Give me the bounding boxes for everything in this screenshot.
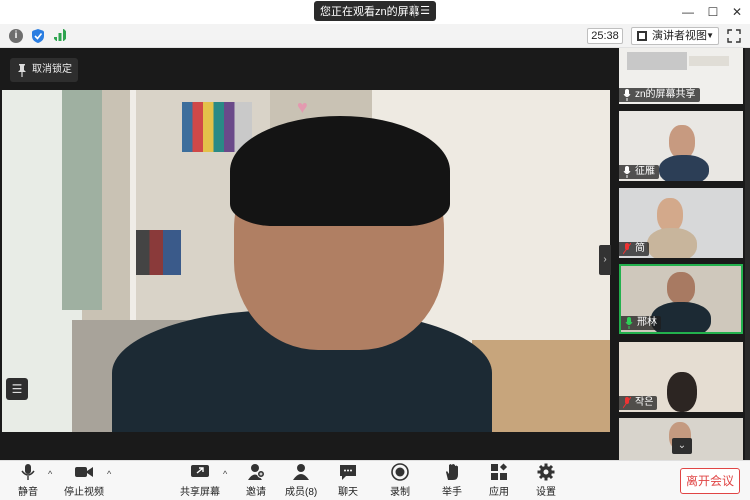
chevron-down-icon: ▼	[706, 31, 714, 40]
microphone-muted-icon	[623, 397, 631, 409]
participant-name-label: 征雁	[619, 165, 659, 179]
share-screen-button[interactable]: 共享屏幕	[180, 463, 220, 499]
share-screen-icon	[191, 465, 209, 477]
microphone-muted-icon	[623, 243, 631, 255]
record-icon	[391, 463, 409, 481]
heart-decoration-icon: ♥	[297, 97, 308, 117]
settings-label: 设置	[536, 487, 556, 498]
meeting-controls-bar: 静音 ^ 停止视频 ^ 共享屏幕 ^ 邀请 成员(8) 聊天 录制 举手 应用 …	[0, 460, 750, 500]
participant-name-label: 邢林	[621, 316, 661, 330]
participant-name-label: zn的屏幕共享	[619, 88, 700, 102]
video-scene-curtain	[62, 90, 102, 310]
active-speaker-video[interactable]: ♥	[2, 90, 610, 432]
participant-name-label: 简	[619, 242, 649, 256]
microphone-icon	[21, 464, 35, 480]
signal-icon[interactable]	[53, 28, 67, 42]
chevron-up-icon[interactable]: ^	[48, 469, 52, 479]
invite-button[interactable]: 邀请	[244, 463, 268, 499]
raise-hand-label: 举手	[442, 487, 462, 498]
record-button[interactable]: 录制	[388, 463, 412, 499]
minimize-icon[interactable]: —	[680, 4, 696, 20]
gallery-scrollbar[interactable]	[745, 48, 750, 460]
invite-label: 邀请	[246, 487, 266, 498]
apps-label: 应用	[489, 487, 509, 498]
view-mode-button[interactable]: 演讲者视图 ▼	[631, 27, 719, 45]
participant-name: zn的屏幕共享	[635, 89, 696, 100]
screen-share-banner[interactable]: 您正在观看zn的屏幕 ☰	[314, 1, 436, 21]
chevron-up-icon[interactable]: ^	[107, 469, 111, 479]
mute-button[interactable]: 静音	[14, 463, 42, 499]
chat-label: 聊天	[338, 487, 358, 498]
maximize-icon[interactable]: ☐	[705, 4, 721, 20]
participant-tile-screen-share[interactable]: zn的屏幕共享	[619, 48, 743, 104]
apps-button[interactable]: 应用	[487, 463, 511, 499]
members-icon	[293, 464, 309, 480]
view-mode-label: 演讲者视图	[652, 30, 707, 42]
screen-share-text: 您正在观看zn的屏幕	[320, 6, 420, 18]
chevron-up-icon[interactable]: ^	[223, 469, 227, 479]
participant-face	[657, 198, 683, 232]
participant-tile[interactable]: 작은	[619, 342, 743, 412]
chevron-right-icon[interactable]: ›	[599, 245, 611, 275]
gear-icon	[537, 463, 555, 481]
scroll-down-icon[interactable]: ⌄	[672, 438, 692, 454]
mute-label: 静音	[18, 487, 38, 498]
banner-divider	[414, 4, 415, 18]
participant-body	[647, 228, 697, 258]
unpin-button[interactable]: 取消锁定	[10, 58, 78, 82]
participant-name: 征雁	[635, 166, 655, 177]
unpin-label: 取消锁定	[32, 64, 72, 75]
settings-button[interactable]: 设置	[534, 463, 558, 499]
video-scene-cabinet	[472, 340, 610, 432]
participant-gallery: zn的屏幕共享 征雁 简 邢林 작은	[612, 48, 750, 460]
list-icon[interactable]: ☰	[6, 378, 28, 400]
speaker-hair	[230, 116, 450, 226]
participant-name: 邢林	[637, 317, 657, 328]
apps-icon	[491, 463, 508, 480]
shield-icon[interactable]	[31, 28, 45, 44]
chat-button[interactable]: 聊天	[336, 463, 360, 499]
members-label: 成员(8)	[285, 487, 318, 498]
invite-icon	[248, 464, 265, 480]
participant-face	[667, 272, 695, 304]
meeting-toolbar: i 25:38 演讲者视图 ▼	[0, 24, 750, 48]
video-scene-books	[136, 230, 181, 275]
participant-tile-active-speaker[interactable]: 邢林	[619, 264, 743, 334]
stop-video-button[interactable]: 停止视频	[64, 463, 104, 499]
microphone-icon	[623, 89, 631, 101]
microphone-icon	[623, 166, 631, 178]
members-button[interactable]: 成员(8)	[285, 463, 317, 499]
video-camera-icon	[75, 467, 93, 477]
participant-name: 작은	[635, 397, 654, 408]
participant-body	[659, 155, 709, 181]
fullscreen-icon[interactable]	[727, 29, 741, 43]
participant-face	[669, 125, 695, 159]
stop-video-label: 停止视频	[64, 487, 104, 498]
close-icon[interactable]: ✕	[729, 4, 745, 20]
participant-name-label: 작은	[619, 396, 658, 410]
participant-face	[667, 372, 697, 412]
participant-tile[interactable]: 简	[619, 188, 743, 258]
shared-screen-thumbnail	[689, 56, 729, 66]
record-label: 录制	[390, 487, 410, 498]
raise-hand-button[interactable]: 举手	[440, 463, 464, 499]
share-screen-label: 共享屏幕	[180, 487, 220, 498]
microphone-active-icon	[625, 317, 633, 329]
leave-meeting-button[interactable]: 离开会议	[680, 468, 740, 494]
participant-name: 简	[635, 243, 645, 254]
chat-icon	[340, 465, 356, 480]
hand-icon	[446, 464, 458, 480]
speaker-view-icon	[637, 31, 647, 41]
meeting-timer: 25:38	[587, 28, 623, 44]
participant-tile[interactable]: 征雁	[619, 111, 743, 181]
title-bar: 您正在观看zn的屏幕 ☰ — ☐ ✕	[0, 0, 750, 24]
video-scene-books	[182, 102, 252, 152]
menu-icon[interactable]: ☰	[418, 3, 432, 19]
info-icon[interactable]: i	[9, 29, 23, 43]
pin-icon	[18, 64, 26, 77]
shared-screen-thumbnail	[627, 52, 687, 70]
